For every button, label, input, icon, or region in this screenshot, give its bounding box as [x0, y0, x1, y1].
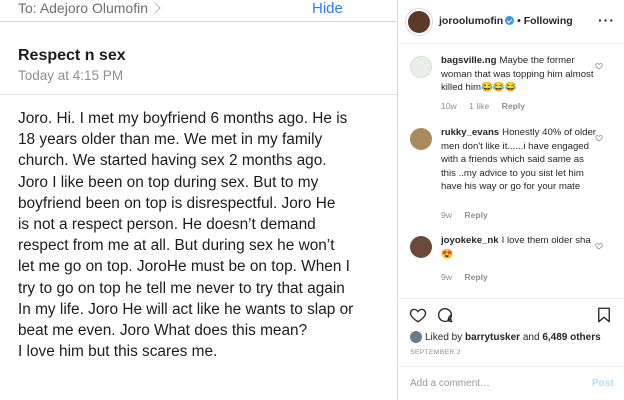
post-author: joroolumofin • Following — [439, 15, 573, 27]
body-line: church. We started having sex 2 months a… — [18, 152, 327, 170]
liked-by-and: and — [522, 332, 540, 343]
heart-icon[interactable] — [595, 134, 603, 142]
body-line: In my life. Joro He will act like he wan… — [18, 300, 354, 318]
comment-text: bagsville.ng Maybe the former woman that … — [441, 54, 601, 95]
reply-button[interactable]: Reply — [464, 272, 487, 282]
username-link[interactable]: joroolumofin — [439, 15, 503, 27]
avatar[interactable] — [410, 56, 432, 78]
comment-username[interactable]: bagsville.ng — [441, 55, 496, 66]
comment-icon[interactable] — [436, 306, 454, 324]
body-line: Joro. Hi. I met my boyfriend 6 months ag… — [18, 110, 348, 127]
recipient-name[interactable]: Adejoro Olumofin — [40, 0, 148, 16]
heart-icon[interactable] — [595, 242, 603, 250]
avatar — [410, 331, 422, 343]
verified-badge-icon — [505, 16, 515, 25]
liked-by-others-link[interactable]: 6,489 others — [542, 332, 600, 343]
liked-by-user-link[interactable]: barrytusker — [465, 332, 520, 343]
reply-button[interactable]: Reply — [464, 210, 487, 220]
body-line: 18 years older than me. We met in my fam… — [18, 131, 323, 149]
to-label: To: — [18, 0, 37, 16]
avatar[interactable] — [410, 128, 432, 150]
avatar[interactable] — [406, 9, 432, 35]
comment-meta: 10w 1 like Reply — [441, 101, 535, 111]
likes-summary: Liked by barrytusker and 6,489 others — [410, 331, 601, 343]
body-line: let me go on top. JoroHe must be on top.… — [18, 258, 350, 276]
add-comment-bar: Add a comment… Post — [399, 366, 624, 400]
email-view: To: Adejoro Olumofin Hide Respect n sex … — [0, 0, 398, 400]
comment-meta: 9w Reply — [441, 272, 498, 282]
more-options-icon[interactable]: ··· — [598, 12, 615, 28]
comment-text: joyokeke_nk I love them older sha 😍 — [441, 234, 601, 261]
comment-time: 9w — [441, 272, 452, 282]
instagram-panel: joroolumofin • Following ··· bagsville.n… — [399, 0, 624, 400]
body-line: Joro I like been on top during sex. But … — [18, 173, 319, 191]
comment-text: rukky_evans Honestly 40% of older men don… — [441, 126, 601, 194]
body-line: I love him but this scares me. — [18, 343, 218, 361]
comment-input[interactable]: Add a comment… — [410, 378, 490, 389]
bookmark-icon[interactable] — [595, 306, 613, 324]
reply-button[interactable]: Reply — [502, 101, 525, 111]
recipient-bar: To: Adejoro Olumofin Hide — [0, 0, 397, 22]
comment-username[interactable]: joyokeke_nk — [441, 235, 499, 246]
chevron-right-icon — [149, 2, 161, 14]
comment-time: 10w — [441, 101, 457, 111]
comment-time: 9w — [441, 210, 452, 220]
comment-meta: 9w Reply — [441, 210, 498, 220]
body-line: respect from me at all. But during sex h… — [18, 237, 335, 255]
separator-dot: • — [517, 15, 521, 27]
recipient-field[interactable]: To: Adejoro Olumofin — [18, 0, 161, 16]
email-body: Joro. Hi. I met my boyfriend 6 months ag… — [18, 108, 393, 362]
following-button[interactable]: Following — [524, 15, 573, 27]
body-line: boyfriend been on top is disrespectful. … — [18, 194, 336, 212]
avatar[interactable] — [410, 236, 432, 258]
email-timestamp: Today at 4:15 PM — [18, 68, 124, 83]
heart-icon[interactable] — [409, 306, 427, 324]
liked-by-prefix: Liked by — [425, 332, 463, 343]
body-line: try to go on top he tell me never to try… — [18, 279, 345, 297]
email-subject: Respect n sex — [18, 47, 126, 64]
heart-icon[interactable] — [595, 62, 603, 70]
divider — [0, 94, 397, 95]
body-line: is not a respect person. He doesn’t dema… — [18, 216, 316, 234]
post-actions — [399, 298, 624, 328]
comment-likes[interactable]: 1 like — [469, 101, 489, 111]
post-header: joroolumofin • Following ··· — [399, 0, 624, 44]
body-line: beat me even. Joro What does this mean? — [18, 322, 308, 340]
hide-details-link[interactable]: Hide — [312, 0, 343, 17]
post-button[interactable]: Post — [592, 378, 614, 389]
comment-username[interactable]: rukky_evans — [441, 127, 499, 138]
post-date: SEPTEMBER 2 — [410, 349, 461, 356]
